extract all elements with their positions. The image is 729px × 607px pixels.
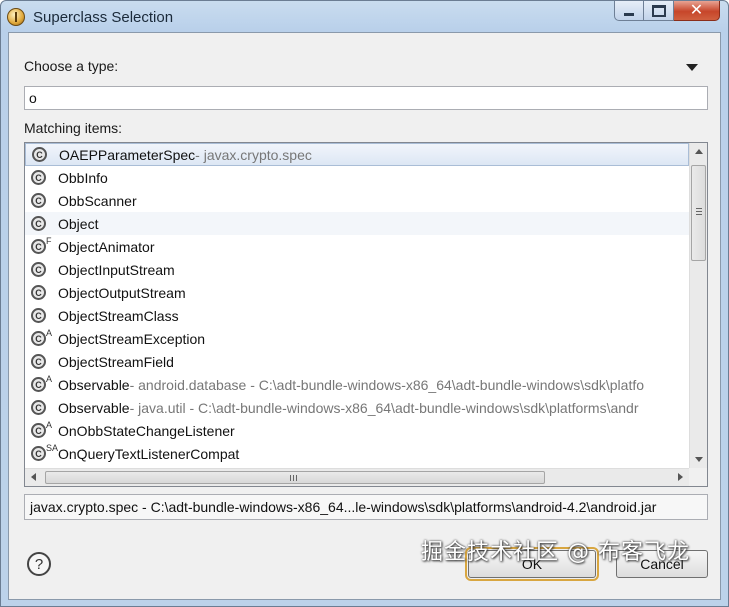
class-icon: C [31,377,46,392]
type-name: ObjectStreamClass [58,307,179,324]
list-item[interactable]: C OAEPParameterSpec - javax.crypto.spec [25,143,689,166]
choose-type-label: Choose a type: [24,58,119,74]
help-icon: ? [34,555,44,573]
maximize-button[interactable] [644,1,674,21]
modifier-badge: A [46,373,53,384]
type-name: ObbScanner [58,192,137,209]
class-icon: C [31,308,46,323]
class-icon: C [31,193,46,208]
scroll-right-arrow-icon[interactable] [678,473,683,481]
list-item[interactable]: C ObjectInputStream [25,258,689,281]
class-icon: C [31,400,46,415]
list-item[interactable]: C ObjectOutputStream [25,281,689,304]
type-filter-input[interactable] [24,86,708,110]
minimize-button[interactable] [614,1,644,21]
class-icon: C [32,147,47,162]
list-rows: C OAEPParameterSpec - javax.crypto.spec C O… [25,143,689,468]
modifier-badge: SA [46,442,59,453]
horizontal-scroll-thumb[interactable] [45,471,545,484]
list-item[interactable]: C ObbScanner [25,189,689,212]
list-item[interactable]: C SA OnQueryTextListenerCompat [25,442,689,465]
matching-items-label: Matching items: [24,120,123,136]
scroll-corner [689,468,707,486]
matching-items-list[interactable]: C OAEPParameterSpec - javax.crypto.spec C O… [24,142,708,487]
view-menu-icon[interactable] [686,64,698,71]
class-icon: C [31,285,46,300]
maximize-icon [651,4,666,17]
window-title: Superclass Selection [33,9,174,26]
type-name: ObjectOutputStream [58,284,186,301]
type-name: Object [58,215,99,232]
app-icon [7,8,25,26]
title-bar[interactable]: Superclass Selection ✕ [1,1,728,33]
vertical-scrollbar[interactable] [689,143,707,468]
modifier-badge: F [46,235,52,246]
class-icon: C [31,354,46,369]
list-item[interactable]: C A OnObbStateChangeListener [25,419,689,442]
close-button[interactable]: ✕ [674,1,720,21]
type-name: OnObbStateChangeListener [58,422,235,439]
type-package: - android.database - C:\adt-bundle-windo… [129,376,645,393]
class-icon: C [31,239,46,254]
list-item[interactable]: C F ObjectAnimator [25,235,689,258]
type-name: ObjectAnimator [58,238,155,255]
type-name: ObjectStreamException [58,330,206,347]
list-item[interactable]: C A Observable - android.database - C:\adt… [25,373,689,396]
type-name: Observable [58,376,130,393]
class-icon: C [31,423,46,438]
class-icon: C [31,170,46,185]
type-name: OAEPParameterSpec [59,146,196,163]
close-icon: ✕ [689,1,704,19]
selected-type-location: javax.crypto.spec - C:\adt-bundle-window… [24,494,708,520]
list-item[interactable]: C ObjectStreamField [25,350,689,373]
type-name: Observable [58,399,130,416]
minimize-icon [624,13,634,16]
list-item[interactable]: C Object [25,212,689,235]
vertical-scroll-thumb[interactable] [691,165,706,261]
class-icon: C [31,216,46,231]
type-package: - javax.crypto.spec [195,146,312,163]
type-package: - java.util - C:\adt-bundle-windows-x86_… [129,399,639,416]
horizontal-scrollbar[interactable] [25,468,689,486]
scroll-up-arrow-icon[interactable] [695,149,703,154]
modifier-badge: A [46,327,53,338]
class-icon: C [31,446,46,461]
watermark-text: 掘金技术社区 @ 布客飞龙 [421,540,690,565]
type-name: ObjectInputStream [58,261,175,278]
modifier-badge: A [46,419,53,430]
list-item[interactable]: C ObbInfo [25,166,689,189]
list-item[interactable]: C A ObjectStreamException [25,327,689,350]
window-controls: ✕ [614,1,720,23]
dialog-content: Choose a type: Matching items: C OAEPPara… [8,32,721,600]
list-item[interactable]: C Observable - java.util - C:\adt-bundle-… [25,396,689,419]
help-button[interactable]: ? [27,552,51,576]
class-icon: C [31,262,46,277]
superclass-selection-dialog: Superclass Selection ✕ Choose a type: Ma… [0,0,729,607]
type-name: ObjectStreamField [58,353,174,370]
scroll-down-arrow-icon[interactable] [695,457,703,462]
class-icon: C [31,331,46,346]
scroll-left-arrow-icon[interactable] [31,473,36,481]
type-name: OnQueryTextListenerCompat [58,445,240,462]
list-item[interactable]: C ObjectStreamClass [25,304,689,327]
type-name: ObbInfo [58,169,108,186]
